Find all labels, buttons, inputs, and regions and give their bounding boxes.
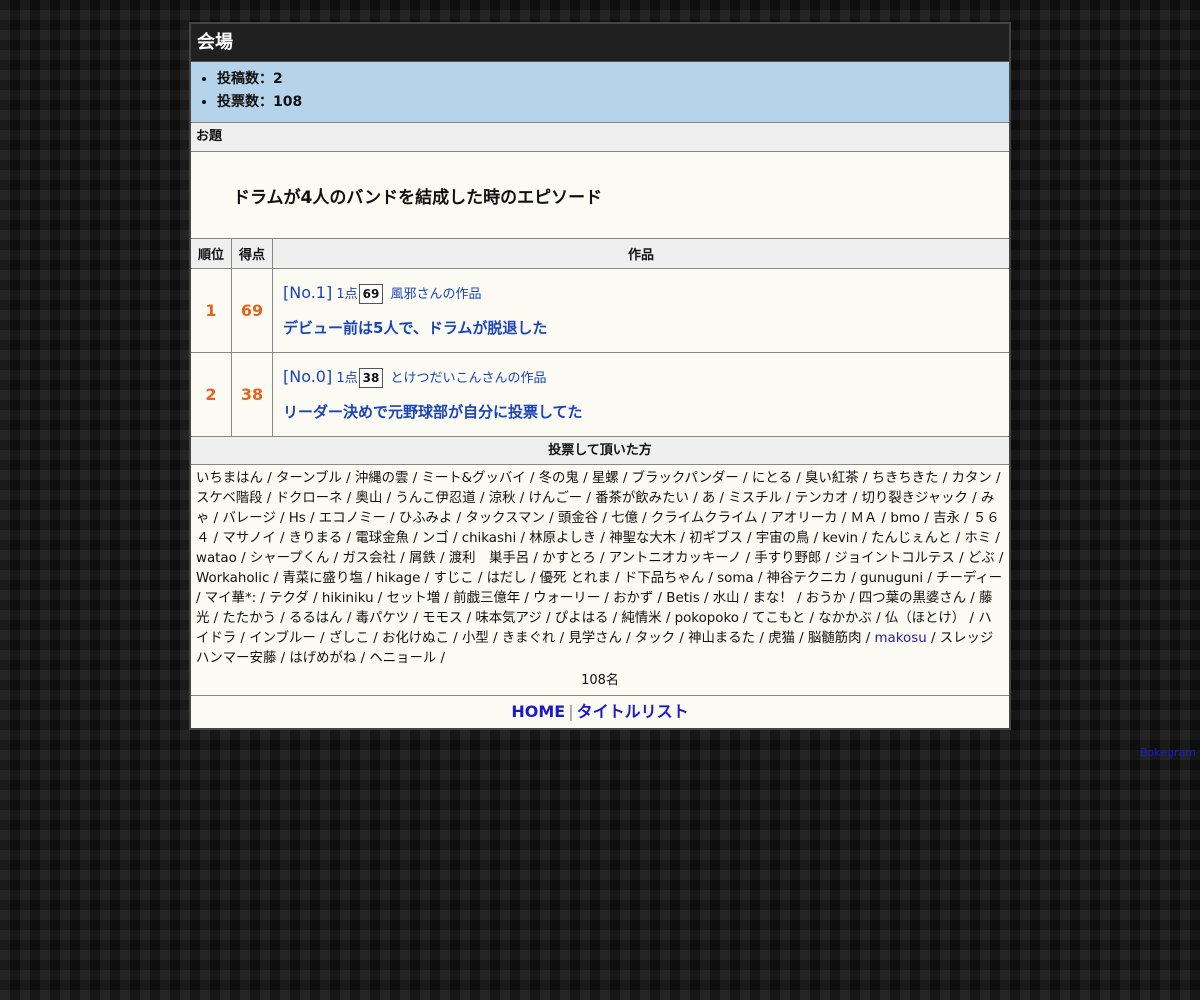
stats-list: 投稿数：2 投票数：108 — [191, 68, 1009, 114]
entry-text: リーダー決めで元野球部が自分に投票してた — [283, 403, 583, 421]
entry-vote-count: 69 — [358, 284, 384, 304]
entry-cell: [No.0] 1点 38 とけつだいこんさんの作品 リーダー決めで元野球部が自分に… — [272, 352, 1009, 437]
points-label: 1点 — [336, 371, 358, 386]
entry-text: デビュー前は5人で、ドラムが脱退した — [283, 319, 548, 337]
voters-count: 108名 — [191, 671, 1009, 696]
voters-list: いちまはん / ターンブル / 沖縄の雲 / ミート&グッバイ / 冬の鬼 / … — [191, 465, 1009, 671]
author-link[interactable]: とけつだいこんさんの作品 — [391, 371, 547, 386]
table-row: 2 38 [No.0] 1点 38 とけつだいこんさんの作品 リーダー決めで元野球… — [191, 352, 1009, 437]
topic-text: ドラムが4人のバンドを結成した時のエピソード — [191, 152, 1009, 239]
page-title: 会場 — [191, 24, 1009, 62]
title-list-link[interactable]: タイトルリスト — [577, 702, 689, 721]
results-header-row: 順位 得点 作品 — [191, 239, 1009, 269]
points-label: 1点 — [336, 287, 358, 302]
rank-cell: 1 — [191, 268, 232, 353]
column-score: 得点 — [231, 239, 273, 269]
stats-panel: 投稿数：2 投票数：108 — [191, 62, 1009, 123]
entry-number-link[interactable]: [No.1] — [283, 283, 332, 302]
nav-separator: | — [568, 702, 574, 721]
home-link[interactable]: HOME — [511, 702, 565, 721]
entry-cell: [No.1] 1点 69 風邪さんの作品 デビュー前は5人で、ドラムが脱退した — [272, 268, 1009, 353]
rank-cell: 2 — [191, 352, 232, 437]
entry-number-link[interactable]: [No.0] — [283, 367, 332, 386]
table-row: 1 69 [No.1] 1点 69 風邪さんの作品 デビュー前は5人で、ドラムが脱… — [191, 268, 1009, 353]
column-work: 作品 — [272, 239, 1009, 269]
voter-link-makosu[interactable]: makosu — [875, 631, 927, 646]
score-cell: 38 — [231, 352, 273, 437]
post-count: 投稿数：2 — [217, 68, 1009, 91]
entry-meta: [No.0] 1点 38 とけつだいこんさんの作品 — [283, 367, 1008, 389]
entry-meta: [No.1] 1点 69 風邪さんの作品 — [283, 283, 1008, 305]
vote-count: 投票数：108 — [217, 91, 1009, 114]
topic-label: お題 — [191, 123, 1009, 152]
site-credit-link[interactable]: Bokegram — [1140, 746, 1196, 759]
column-rank: 順位 — [191, 239, 232, 269]
main-panel: 会場 投稿数：2 投票数：108 お題 ドラムが4人のバンドを結成した時のエピソ… — [189, 22, 1011, 730]
entry-vote-count: 38 — [358, 368, 384, 388]
author-link[interactable]: 風邪さんの作品 — [391, 287, 482, 302]
footer-nav: HOME | タイトルリスト — [191, 696, 1009, 728]
voters-label: 投票して頂いた方 — [191, 437, 1009, 465]
voters-names: いちまはん / ターンブル / 沖縄の雲 / ミート&グッバイ / 冬の鬼 / … — [196, 471, 1004, 646]
score-cell: 69 — [231, 268, 273, 353]
results-table: 順位 得点 作品 1 69 [No.1] 1点 69 風邪さんの作品 デビュー前は… — [191, 239, 1009, 437]
